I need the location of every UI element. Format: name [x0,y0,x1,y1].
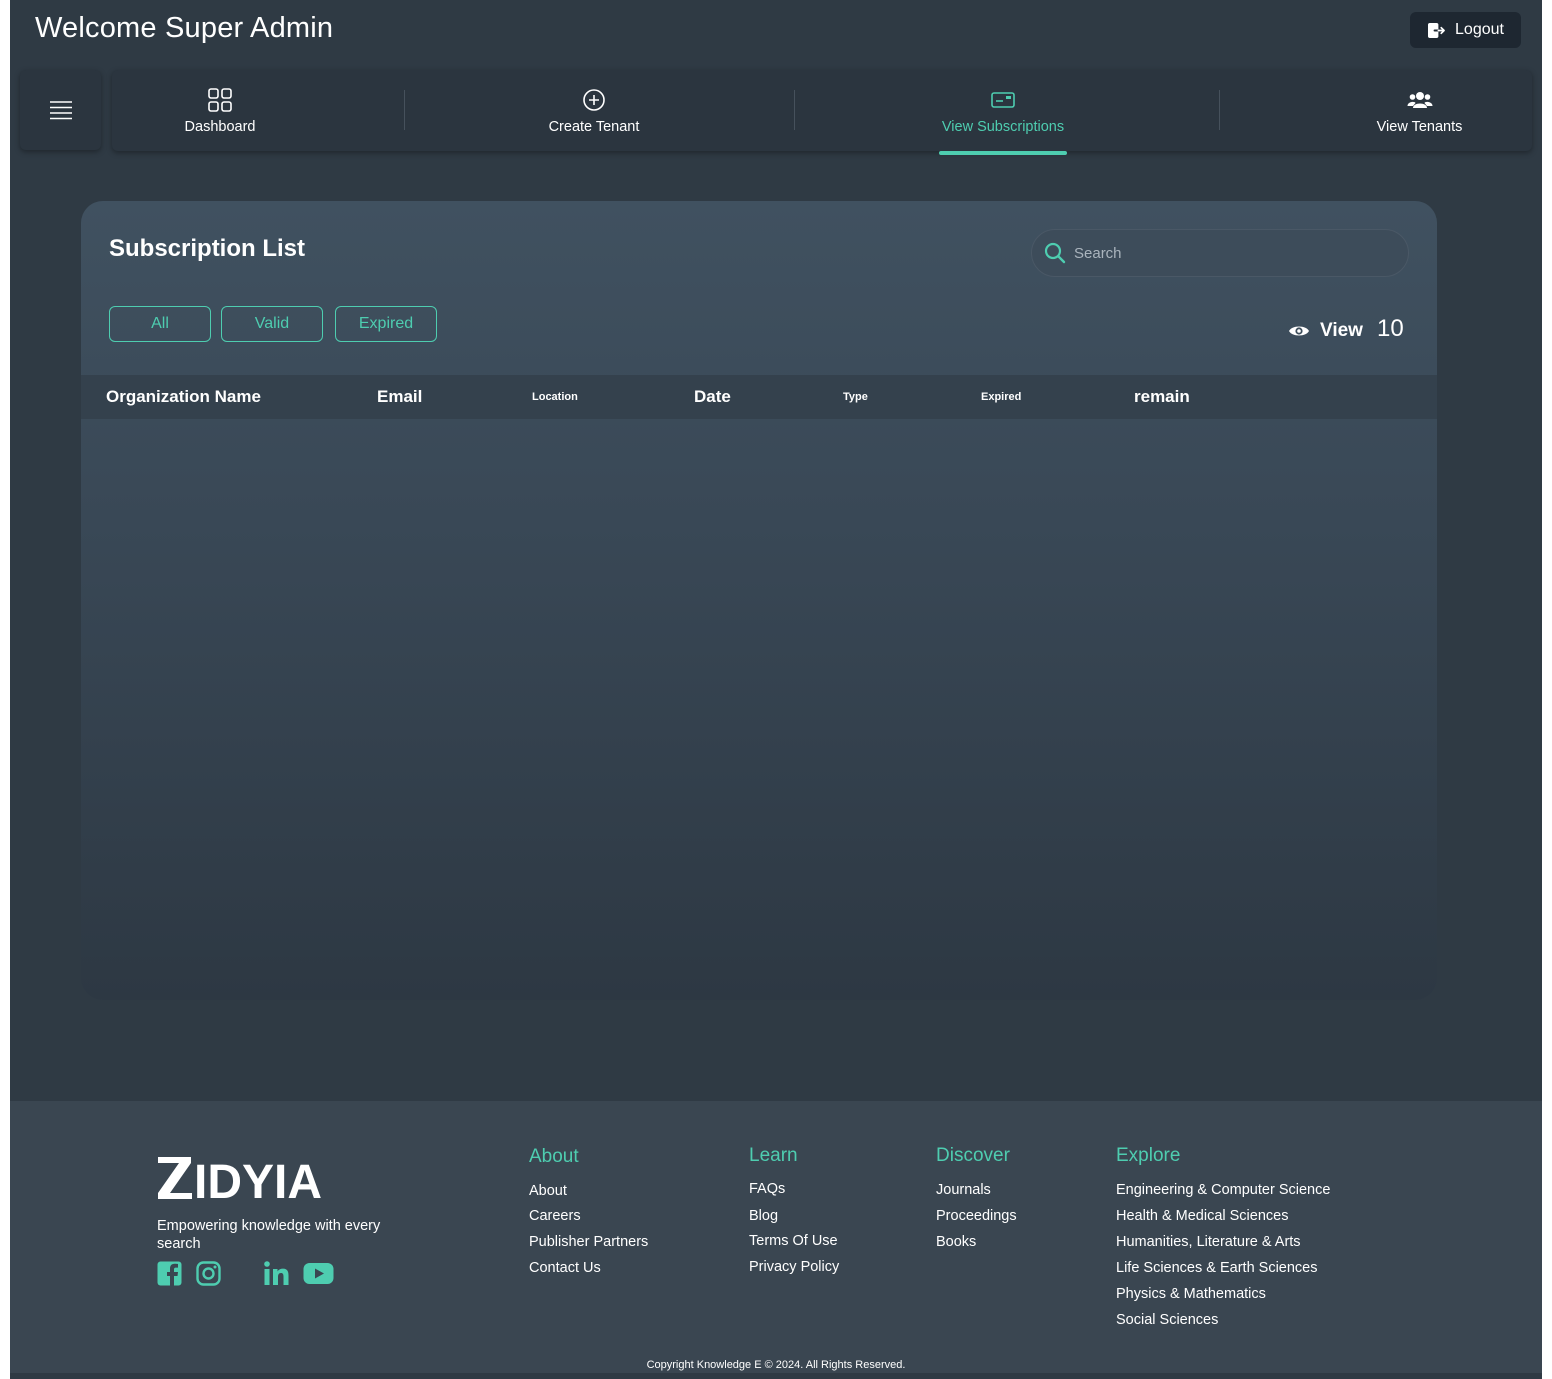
footer-link[interactable]: Life Sciences & Earth Sciences [1116,1260,1318,1276]
footer-link[interactable]: Careers [529,1208,581,1224]
nav-view-tenants-label: View Tenants [1376,118,1463,135]
footer-link[interactable]: Publisher Partners [529,1234,648,1250]
column-header-location[interactable]: Location [532,375,578,419]
footer-link[interactable]: Terms Of Use [749,1233,838,1249]
youtube-icon[interactable] [303,1261,334,1286]
nav-divider [794,90,795,130]
footer-link[interactable]: Blog [749,1208,778,1224]
footer-heading-explore: Explore [1116,1145,1181,1166]
welcome-title: Welcome Super Admin [35,12,334,44]
column-header-expired[interactable]: Expired [981,375,1021,419]
view-label: View [1320,320,1363,341]
nav-create-tenant-label: Create Tenant [548,118,640,135]
users-icon [1407,91,1432,108]
footer-link[interactable]: Privacy Policy [749,1259,839,1275]
svg-text:IDYIA: IDYIA [194,1156,322,1201]
footer-heading-learn: Learn [749,1145,798,1166]
footer-link[interactable]: FAQs [749,1181,785,1197]
instagram-icon[interactable] [196,1261,221,1286]
footer-link[interactable]: Physics & Mathematics [1116,1286,1266,1302]
search-box[interactable] [1031,229,1409,277]
footer-link[interactable]: Proceedings [936,1208,1017,1224]
nav-divider [404,90,405,130]
footer-link[interactable]: Engineering & Computer Science [1116,1182,1330,1198]
eye-icon [1289,326,1309,336]
filter-all-button[interactable]: All [109,306,211,342]
active-tab-indicator [939,151,1067,155]
footer-link[interactable]: Humanities, Literature & Arts [1116,1234,1301,1250]
filter-expired-button[interactable]: Expired [335,306,437,342]
logout-label: Logout [1455,21,1504,38]
page-title: Subscription List [109,235,306,262]
copyright-text: Copyright Knowledge E © 2024. All Rights… [646,1359,906,1371]
view-count-selector[interactable]: View 10 [1288,315,1404,345]
column-header-date[interactable]: Date [694,375,731,419]
card-icon [991,91,1015,108]
nav-create-tenant[interactable]: Create Tenant [506,70,682,151]
plus-circle-icon [583,88,605,111]
nav-view-subscriptions-label: View Subscriptions [941,118,1065,135]
footer-heading-discover: Discover [936,1145,1010,1166]
top-navbar: Dashboard Create Tenant View Subscriptio… [112,70,1532,155]
footer-link[interactable]: Social Sciences [1116,1312,1218,1328]
table-header: Organization Name Email Location Date Ty… [81,375,1437,419]
logout-button[interactable]: Logout [1410,12,1521,48]
dashboard-grid-icon [208,87,232,112]
nav-view-tenants[interactable]: View Tenants [1332,70,1507,151]
column-header-remain[interactable]: remain [1134,375,1190,419]
facebook-icon[interactable] [157,1261,182,1286]
search-input[interactable] [1074,244,1374,262]
page-bottom-edge [10,1373,1542,1379]
view-count-value: 10 [1376,315,1404,342]
nav-view-subscriptions[interactable]: View Subscriptions [918,70,1088,151]
zidyia-logo: IDYIA [158,1156,322,1201]
nav-dashboard[interactable]: Dashboard [112,70,328,151]
search-icon [1044,242,1066,264]
footer-link[interactable]: Contact Us [529,1260,601,1276]
footer-link[interactable]: Health & Medical Sciences [1116,1208,1288,1224]
footer-tagline: Empowering knowledge with every search [157,1218,381,1252]
footer-link[interactable]: Journals [936,1182,991,1198]
column-header-email[interactable]: Email [377,375,422,419]
app-root: Welcome Super Admin Logout Dashboard Cre… [10,0,1542,1379]
nav-divider [1219,90,1220,130]
logout-icon [1428,22,1446,38]
column-header-type[interactable]: Type [843,375,868,419]
linkedin-icon[interactable] [264,1261,289,1286]
hamburger-menu-button[interactable] [20,70,101,150]
column-header-organization-name[interactable]: Organization Name [106,375,261,419]
hamburger-icon [49,101,72,120]
subscription-list-card: Subscription List All Valid Expired View… [81,201,1437,1000]
footer-heading-about: About [529,1146,579,1167]
footer-link[interactable]: Books [936,1234,976,1250]
site-footer: IDYIA Empowering knowledge with every se… [10,1101,1542,1373]
filter-valid-button[interactable]: Valid [221,306,323,342]
footer-link[interactable]: About [529,1183,567,1199]
nav-dashboard-label: Dashboard [184,118,256,135]
